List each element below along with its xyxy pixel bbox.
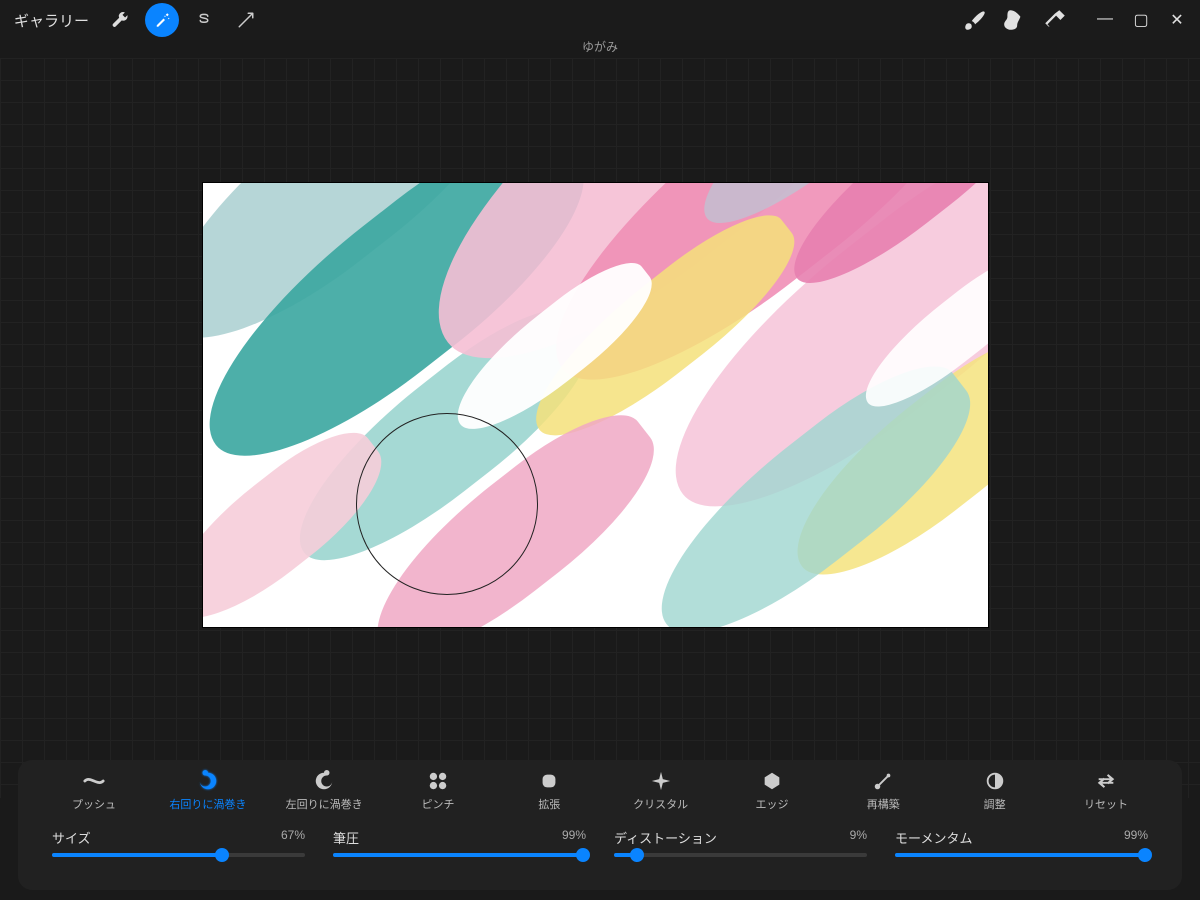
mode-adjust[interactable]: 調整 (959, 770, 1031, 812)
slider-track[interactable] (614, 853, 867, 857)
window-controls: — ▢ ✕ (1090, 10, 1192, 30)
mode-label: 再構築 (867, 796, 900, 812)
rebuild-icon (872, 770, 894, 792)
mode-reset[interactable]: リセット (1070, 770, 1142, 812)
slider-knob[interactable] (576, 848, 590, 862)
window-maximize-button[interactable]: ▢ (1132, 10, 1150, 30)
s-icon (195, 11, 213, 29)
slider-track[interactable] (333, 853, 586, 857)
tool-subtitle: ゆがみ (0, 38, 1200, 55)
slider-pressure: 筆圧 99% (333, 828, 586, 857)
selection-button[interactable] (187, 3, 221, 37)
slider-fill (333, 853, 583, 857)
slider-value: 9% (850, 828, 867, 847)
slider-value: 67% (281, 828, 305, 847)
liquify-panel: プッシュ 右回りに渦巻き 左回りに渦巻き ピンチ 拡張 クリスタル エッジ (18, 760, 1182, 890)
mode-rebuild[interactable]: 再構築 (847, 770, 919, 812)
twirl-left-icon (313, 770, 335, 792)
slider-label: サイズ (52, 828, 91, 847)
mode-edge[interactable]: エッジ (736, 770, 808, 812)
gallery-button[interactable]: ギャラリー (8, 10, 95, 31)
slider-fill (895, 853, 1145, 857)
edge-icon (761, 770, 783, 792)
push-icon (83, 770, 105, 792)
mode-push[interactable]: プッシュ (58, 770, 130, 812)
slider-knob[interactable] (215, 848, 229, 862)
wrench-button[interactable] (103, 3, 137, 37)
slider-value: 99% (562, 828, 586, 847)
eraser-icon[interactable] (1042, 7, 1068, 33)
mode-label: エッジ (755, 796, 788, 812)
slider-value: 99% (1124, 828, 1148, 847)
mode-pinch[interactable]: ピンチ (402, 770, 474, 812)
wand-button[interactable] (145, 3, 179, 37)
mode-label: 左回りに渦巻き (286, 796, 363, 812)
mode-label: クリスタル (633, 796, 688, 812)
window-minimize-button[interactable]: — (1096, 10, 1114, 30)
top-toolbar: ギャラリー — ▢ ✕ (0, 0, 1200, 40)
slider-label: ディストーション (614, 828, 717, 847)
mode-label: 調整 (984, 796, 1006, 812)
adjust-icon (984, 770, 1006, 792)
crystal-icon (650, 770, 672, 792)
mode-label: ピンチ (421, 796, 454, 812)
pinch-icon (427, 770, 449, 792)
mode-label: 拡張 (538, 796, 560, 812)
artboard[interactable] (203, 183, 988, 627)
mode-crystal[interactable]: クリスタル (625, 770, 697, 812)
mode-label: リセット (1084, 796, 1128, 812)
slider-momentum: モーメンタム 99% (895, 828, 1148, 857)
mode-label: プッシュ (72, 796, 116, 812)
arrow-button[interactable] (229, 3, 263, 37)
arrow-icon (237, 11, 255, 29)
canvas-area[interactable] (0, 58, 1200, 798)
brush-icon[interactable] (962, 7, 988, 33)
slider-label: モーメンタム (895, 828, 972, 847)
mode-row: プッシュ 右回りに渦巻き 左回りに渦巻き ピンチ 拡張 クリスタル エッジ (52, 770, 1148, 812)
slider-knob[interactable] (1138, 848, 1152, 862)
mode-twirl-right[interactable]: 右回りに渦巻き (169, 770, 246, 812)
smudge-icon[interactable] (1002, 7, 1028, 33)
slider-size: サイズ 67% (52, 828, 305, 857)
slider-fill (52, 853, 222, 857)
slider-knob[interactable] (630, 848, 644, 862)
slider-row: サイズ 67% 筆圧 99% ディストーション 9% (52, 828, 1148, 857)
wrench-icon (111, 11, 129, 29)
slider-track[interactable] (52, 853, 305, 857)
mode-label: 右回りに渦巻き (169, 796, 246, 812)
reset-icon (1095, 770, 1117, 792)
slider-track[interactable] (895, 853, 1148, 857)
expand-icon (538, 770, 560, 792)
right-tools (962, 7, 1068, 33)
mode-twirl-left[interactable]: 左回りに渦巻き (286, 770, 363, 812)
slider-distortion: ディストーション 9% (614, 828, 867, 857)
slider-label: 筆圧 (333, 828, 359, 847)
twirl-right-icon (197, 770, 219, 792)
window-close-button[interactable]: ✕ (1168, 10, 1186, 30)
mode-expand[interactable]: 拡張 (513, 770, 585, 812)
wand-icon (153, 11, 171, 29)
